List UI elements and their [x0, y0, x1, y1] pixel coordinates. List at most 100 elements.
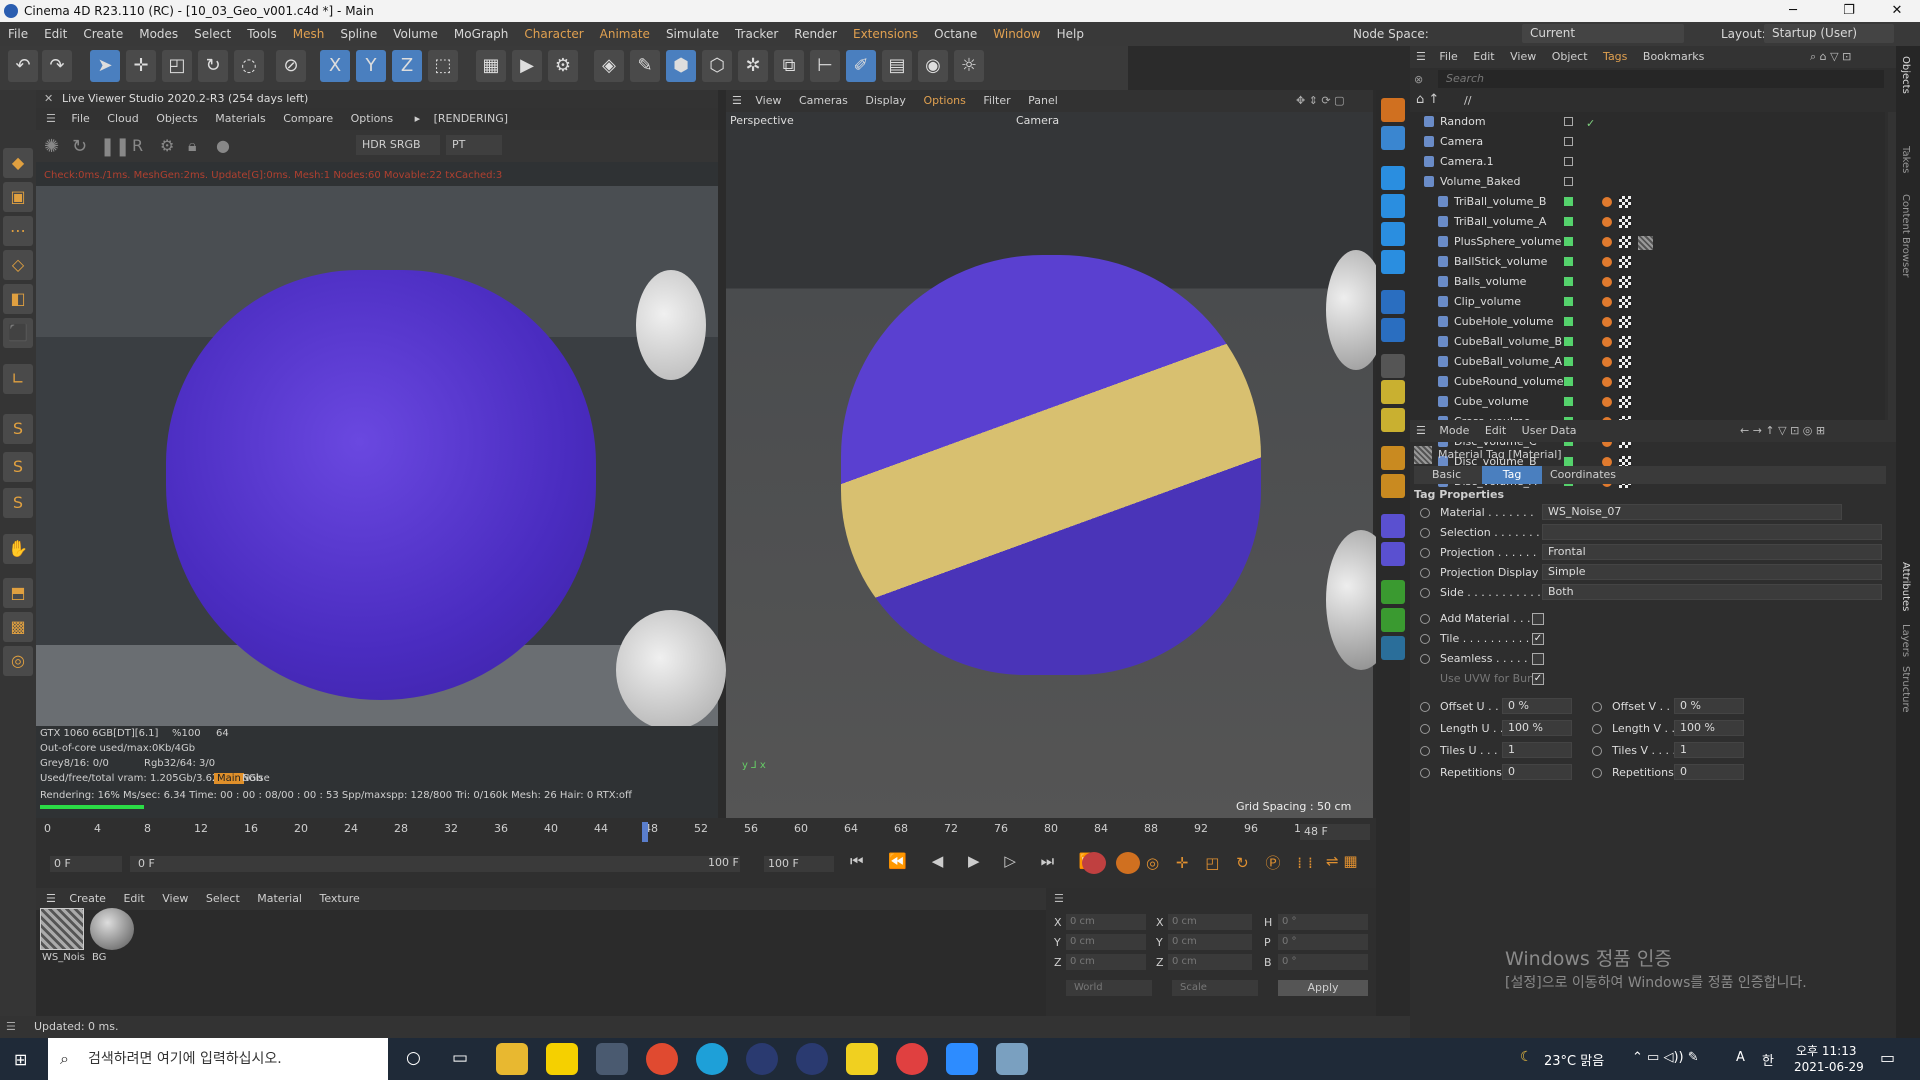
octane-light-icon[interactable] — [1381, 166, 1405, 190]
sketch-icon[interactable]: ✐ — [846, 50, 876, 82]
rotate-tool-icon[interactable]: ↻ — [198, 50, 228, 82]
cinema4d-task-2-icon[interactable] — [796, 1043, 828, 1075]
lvs-expand-icon[interactable]: ▸ — [415, 112, 421, 125]
tiles-u-field[interactable]: 1 — [1502, 742, 1572, 758]
redo-icon[interactable]: ↷ — [42, 50, 72, 82]
objects-menu-object[interactable]: Object — [1552, 50, 1588, 63]
checker-tag-icon[interactable] — [1619, 236, 1631, 248]
octane-material-icon[interactable] — [1381, 290, 1405, 314]
floor-icon[interactable]: ▤ — [882, 50, 912, 82]
octane-daylight-icon[interactable] — [1381, 250, 1405, 274]
material-menu-material[interactable]: Material — [257, 892, 302, 905]
locked-workplane-icon[interactable]: ✋ — [3, 534, 33, 564]
octane-tag-icon[interactable] — [1602, 237, 1612, 247]
maximize-button[interactable]: ❐ — [1826, 0, 1872, 22]
sidetab-structure[interactable]: Structure — [1900, 666, 1911, 713]
layout-dropdown[interactable]: Startup (User) — [1764, 24, 1894, 43]
object-row[interactable]: CubeRound_volume — [1410, 372, 1885, 392]
material-tag-icon[interactable] — [1638, 236, 1653, 250]
file-explorer-icon[interactable] — [496, 1043, 528, 1075]
layer-icon[interactable] — [1564, 117, 1573, 126]
octane-pick-icon[interactable] — [1381, 408, 1405, 432]
octane-texture-icon[interactable] — [1381, 318, 1405, 342]
octane-sky-icon[interactable] — [1381, 222, 1405, 246]
material-menu-edit[interactable]: Edit — [123, 892, 144, 905]
octane-settings-icon[interactable] — [1381, 98, 1405, 122]
coords-menu-icon[interactable]: ☰ — [1054, 892, 1064, 905]
object-row[interactable]: Balls_volume — [1410, 272, 1885, 292]
object-row[interactable]: CubeBall_volume_A — [1410, 352, 1885, 372]
layer-icon[interactable] — [1564, 137, 1573, 146]
checker-tag-icon[interactable] — [1619, 296, 1631, 308]
checker-tag-icon[interactable] — [1619, 196, 1631, 208]
snap-settings-icon[interactable]: S — [3, 452, 33, 482]
selection-dot-icon[interactable] — [1420, 528, 1430, 538]
notification-icon[interactable]: ▭ — [1880, 1048, 1895, 1067]
objects-menu-tags[interactable]: Tags — [1603, 50, 1627, 63]
keyframe-tools[interactable]: ◎ ✛ ◰ ↻ Ⓟ ⁞⁞ — [1146, 852, 1319, 873]
task-view-icon[interactable]: ▭ — [452, 1048, 468, 1068]
undo-icon[interactable]: ↶ — [8, 50, 38, 82]
status-menu-icon[interactable]: ☰ — [6, 1016, 16, 1038]
object-row[interactable]: Cube_volume — [1410, 392, 1885, 412]
lvs-sphere-icon[interactable]: ● — [216, 136, 230, 155]
red-app-icon[interactable] — [896, 1043, 928, 1075]
deformer-icon[interactable]: ⧉ — [774, 50, 804, 82]
material-dot-icon[interactable] — [1420, 508, 1430, 518]
menu-character[interactable]: Character — [516, 22, 591, 46]
coord-x-field[interactable]: 0 cm — [1066, 914, 1146, 930]
lvs-main-tag[interactable]: Main — [214, 773, 244, 784]
offset-v-field[interactable]: 0 % — [1674, 698, 1744, 714]
planar-workplane-icon[interactable]: ⬒ — [3, 578, 33, 608]
clock-date[interactable]: 2021-06-29 — [1794, 1060, 1864, 1074]
checker-tag-icon[interactable] — [1619, 316, 1631, 328]
add-material-checkbox[interactable] — [1532, 613, 1544, 625]
repetitions-u-field[interactable]: 0 — [1502, 764, 1572, 780]
menu-mesh[interactable]: Mesh — [285, 22, 333, 46]
material-menu-select[interactable]: Select — [206, 892, 240, 905]
repetitions-v-field[interactable]: 0 — [1674, 764, 1744, 780]
axis-mode-icon[interactable]: ∟ — [3, 364, 33, 394]
timeline-ruler[interactable]: 0 4 8 12 16 20 24 28 32 36 40 44 48 52 56 60 64 68 72 76 80 8… — [36, 822, 1315, 842]
coord-system-dropdown[interactable]: World — [1066, 980, 1152, 996]
checker-tag-icon[interactable] — [1619, 276, 1631, 288]
lvs-menu-icon[interactable]: ☰ — [46, 112, 56, 125]
polygons-mode-icon[interactable]: ◧ — [3, 284, 33, 314]
checker-tag-icon[interactable] — [1619, 216, 1631, 228]
lvs-noise-tag[interactable]: Noise — [242, 773, 270, 784]
apply-button[interactable]: Apply — [1278, 980, 1368, 996]
material-menu-create[interactable]: Create — [69, 892, 106, 905]
seamless-checkbox[interactable] — [1532, 653, 1544, 665]
checker-tag-icon[interactable] — [1619, 396, 1631, 408]
octane-tag-icon[interactable] — [1602, 377, 1612, 387]
visibility-dot-icon[interactable] — [1564, 377, 1573, 386]
tiles-u-dot-icon[interactable] — [1420, 746, 1430, 756]
select-tool-icon[interactable]: ➤ — [90, 50, 120, 82]
object-row[interactable]: Random ✓ — [1410, 112, 1885, 132]
field-icon[interactable]: ⊢ — [810, 50, 840, 82]
chrome-icon[interactable] — [646, 1043, 678, 1075]
render-picture-viewer-icon[interactable]: ▶ — [512, 50, 542, 82]
uvw-bump-checkbox[interactable]: ✓ — [1532, 673, 1544, 685]
edge-icon[interactable] — [696, 1043, 728, 1075]
live-selection-icon[interactable]: ◌ — [234, 50, 264, 82]
sidetab-objects[interactable]: Objects — [1900, 56, 1911, 94]
octane-tag-icon[interactable] — [1602, 257, 1612, 267]
octane-scatter-icon[interactable] — [1381, 380, 1405, 404]
windows-start-icon[interactable]: ⊞ — [14, 1050, 27, 1069]
x-axis-lock-icon[interactable]: X — [320, 50, 350, 82]
projection-display-dropdown[interactable]: Simple — [1542, 564, 1882, 580]
menu-select[interactable]: Select — [186, 22, 239, 46]
size-x-field[interactable]: 0 cm — [1168, 914, 1252, 930]
object-row[interactable]: Volume_Baked — [1410, 172, 1885, 192]
visibility-dot-icon[interactable] — [1564, 337, 1573, 346]
size-y-field[interactable]: 0 cm — [1168, 934, 1252, 950]
checker-tag-icon[interactable] — [1619, 336, 1631, 348]
octane-ro-icon[interactable] — [1381, 354, 1405, 378]
menu-mograph[interactable]: MoGraph — [446, 22, 517, 46]
material-field[interactable]: WS_Noise_07 — [1542, 504, 1842, 520]
texture-mode-icon[interactable]: ▣ — [3, 182, 33, 212]
lvs-send-scene-icon[interactable]: ✺ — [44, 136, 59, 157]
close-button[interactable]: ✕ — [1874, 0, 1920, 22]
cloner-icon[interactable]: ✲ — [738, 50, 768, 82]
